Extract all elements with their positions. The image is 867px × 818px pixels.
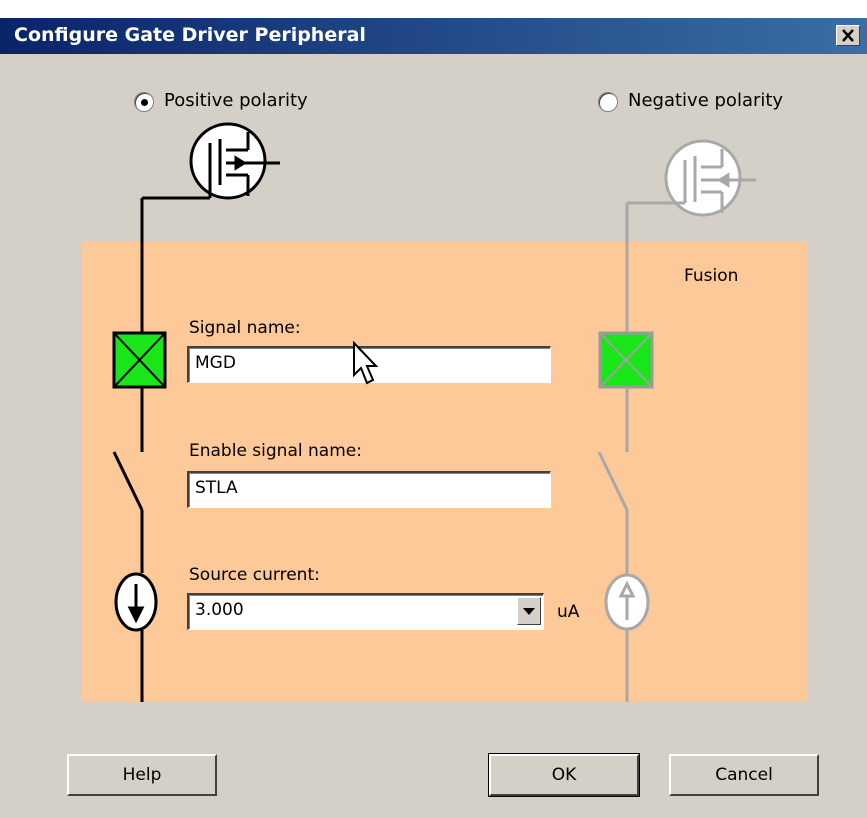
signal-name-label: Signal name: <box>189 318 301 338</box>
mosfet-icon <box>625 139 756 333</box>
current-source-icon <box>114 572 158 632</box>
switch-icon <box>597 387 629 575</box>
source-current-label: Source current: <box>189 565 320 585</box>
signal-name-value: MGD <box>195 353 236 373</box>
enable-signal-name-value: STLA <box>195 478 238 498</box>
connector-icon <box>598 331 654 389</box>
current-source-icon <box>604 573 650 631</box>
mosfet-icon <box>140 122 280 333</box>
source-current-select[interactable]: 3.000 <box>187 593 544 630</box>
enable-signal-name-label: Enable signal name: <box>189 441 362 461</box>
connector-icon <box>112 331 167 389</box>
dropdown-arrow-icon <box>523 608 535 615</box>
cancel-button[interactable]: Cancel <box>669 754 819 796</box>
cursor-icon <box>353 341 378 385</box>
source-current-unit: uA <box>557 602 580 622</box>
switch-icon <box>112 387 144 573</box>
dropdown-button[interactable] <box>517 597 541 625</box>
source-current-value: 3.000 <box>195 600 244 620</box>
circuit-schematic <box>112 122 756 702</box>
help-button[interactable]: Help <box>67 754 217 796</box>
ok-button[interactable]: OK <box>488 753 640 797</box>
enable-signal-name-input[interactable]: STLA <box>187 471 551 508</box>
